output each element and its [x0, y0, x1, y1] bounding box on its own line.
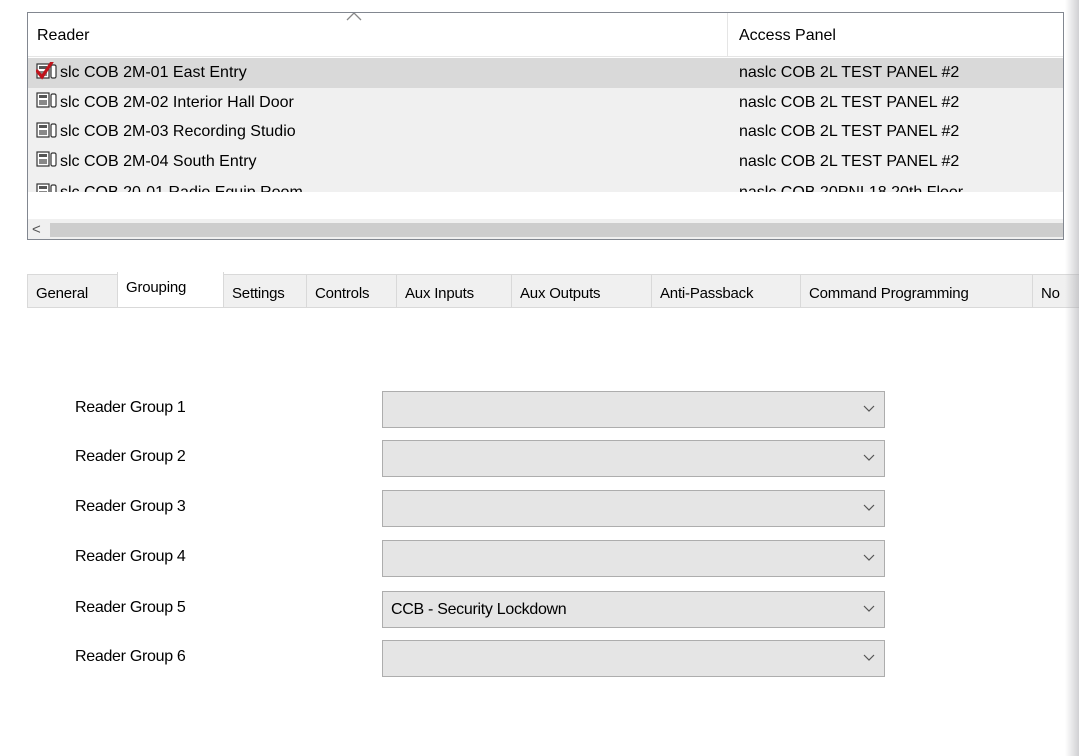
- reader-icon: [36, 151, 57, 167]
- reader-name: slc COB 2M-01 East Entry: [60, 64, 247, 81]
- window-edge-shadow: [1065, 0, 1079, 756]
- reader-cell: slc COB 2M-03 Recording Studio: [36, 117, 296, 146]
- column-header-access-panel[interactable]: Access Panel: [728, 13, 1063, 57]
- reader-icon: [36, 122, 57, 138]
- tab-general[interactable]: General: [27, 274, 118, 307]
- list-row[interactable]: slc COB 2M-02 Interior Hall Door naslc C…: [28, 87, 1063, 117]
- reader-name: slc COB 2M-04 South Entry: [60, 152, 257, 170]
- reader-cell: slc COB 20-01 Radio Equip Room: [36, 178, 303, 192]
- tab-grouping[interactable]: Grouping: [117, 272, 224, 307]
- tab-label: No: [1041, 285, 1060, 302]
- list-rows: slc COB 2M-01 East Entry naslc COB 2L TE…: [28, 58, 1063, 192]
- reader-group-3-select[interactable]: [382, 490, 885, 527]
- chevron-down-icon: [863, 405, 875, 412]
- tab-label: Controls: [315, 285, 370, 302]
- column-header-access-panel-label: Access Panel: [739, 27, 836, 44]
- reader-group-2-label: Reader Group 2: [75, 448, 186, 465]
- grouping-panel: [27, 308, 1064, 756]
- panel-cell: naslc COB 2L TEST PANEL #2: [739, 93, 960, 111]
- reader-group-4-select[interactable]: [382, 540, 885, 577]
- list-row[interactable]: slc COB 2M-01 East Entry naslc COB 2L TE…: [28, 58, 1063, 88]
- list-row[interactable]: slc COB 20-01 Radio Equip Room naslc COB…: [28, 176, 1063, 192]
- reader-name: slc COB 2M-03 Recording Studio: [60, 123, 296, 140]
- tab-label: General: [36, 285, 88, 302]
- reader-name: slc COB 20-01 Radio Equip Room: [60, 184, 303, 192]
- chevron-down-icon: [863, 654, 875, 661]
- reader-group-1-label: Reader Group 1: [75, 399, 186, 416]
- reader-cell: slc COB 2M-04 South Entry: [36, 147, 257, 176]
- tab-controls[interactable]: Controls: [306, 274, 397, 307]
- reader-group-1-select[interactable]: [382, 391, 885, 428]
- reader-group-4-label: Reader Group 4: [75, 548, 186, 565]
- reader-group-2-select[interactable]: [382, 440, 885, 477]
- select-value: CCB - Security Lockdown: [391, 601, 567, 618]
- panel-cell: naslc COB 2L TEST PANEL #2: [739, 64, 960, 81]
- panel-cell: naslc COB 2L TEST PANEL #2: [739, 152, 960, 170]
- tab-label: Settings: [232, 285, 285, 302]
- scroll-left-icon[interactable]: <: [32, 220, 46, 239]
- tab-label: Command Programming: [809, 285, 969, 302]
- reader-group-3-label: Reader Group 3: [75, 498, 186, 515]
- tab-settings[interactable]: Settings: [223, 274, 307, 307]
- chevron-down-icon: [863, 454, 875, 461]
- tab-command-programming[interactable]: Command Programming: [800, 274, 1033, 307]
- tab-aux-inputs[interactable]: Aux Inputs: [396, 274, 512, 307]
- chevron-down-icon: [863, 504, 875, 511]
- list-row[interactable]: slc COB 2M-03 Recording Studio naslc COB…: [28, 117, 1063, 147]
- window-top-strip: [0, 0, 1079, 12]
- chevron-down-icon: [863, 605, 875, 612]
- panel-cell: naslc COB 20PNL18 20th Floor: [739, 178, 963, 192]
- reader-checked-icon: [36, 61, 57, 80]
- list-header: Reader Access Panel: [28, 13, 1063, 57]
- reader-list[interactable]: Reader Access Panel slc COB 2M-01 East E…: [27, 12, 1064, 240]
- column-header-reader-label: Reader: [37, 27, 90, 44]
- horizontal-scrollbar[interactable]: <: [28, 219, 1063, 239]
- tab-strip: General Grouping Settings Controls Aux I…: [27, 272, 1079, 308]
- scrollbar-thumb[interactable]: [50, 223, 1063, 237]
- reader-group-6-label: Reader Group 6: [75, 648, 186, 665]
- reader-group-6-select[interactable]: [382, 640, 885, 677]
- sort-ascending-icon: [346, 13, 362, 21]
- reader-cell: slc COB 2M-01 East Entry: [36, 58, 247, 87]
- tab-aux-outputs[interactable]: Aux Outputs: [511, 274, 652, 307]
- reader-cell: slc COB 2M-02 Interior Hall Door: [36, 88, 294, 117]
- reader-icon: [36, 183, 57, 192]
- list-row[interactable]: slc COB 2M-04 South Entry naslc COB 2L T…: [28, 146, 1063, 176]
- panel-cell: naslc COB 2L TEST PANEL #2: [739, 123, 960, 140]
- tab-label: Grouping: [126, 279, 187, 296]
- tab-label: Aux Inputs: [405, 285, 474, 302]
- tab-label: Aux Outputs: [520, 285, 601, 302]
- reader-group-5-select[interactable]: CCB - Security Lockdown: [382, 591, 885, 628]
- chevron-down-icon: [863, 554, 875, 561]
- tab-anti-passback[interactable]: Anti-Passback: [651, 274, 801, 307]
- reader-name: slc COB 2M-02 Interior Hall Door: [60, 93, 294, 111]
- reader-group-5-label: Reader Group 5: [75, 599, 186, 616]
- column-header-reader[interactable]: Reader: [28, 13, 728, 57]
- reader-icon: [36, 92, 57, 108]
- tab-label: Anti-Passback: [660, 285, 754, 302]
